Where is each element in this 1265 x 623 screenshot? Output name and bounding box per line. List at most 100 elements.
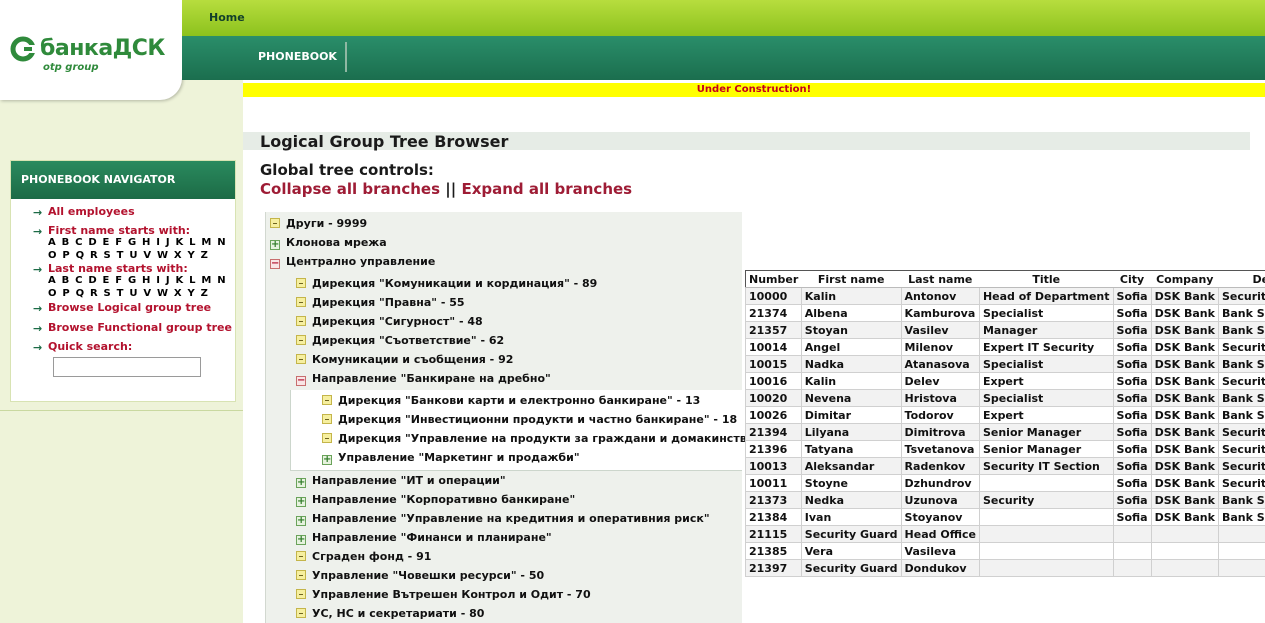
- table-row[interactable]: 10020 Nevena Hristova Specialist Sofia DSK Ba…: [745, 389, 1265, 407]
- tree-node[interactable]: Дирекция "Управление на продукти за граж…: [322, 432, 787, 446]
- tree-node-label[interactable]: Комуникации и съобщения - 92: [312, 353, 513, 366]
- tree-node-label[interactable]: Направление "Управление на кредитния и о…: [312, 512, 710, 525]
- last-name-letters-1[interactable]: A B C D E F G H I J K L M N: [48, 275, 227, 286]
- table-cell: Kamburova: [900, 304, 980, 322]
- phonebook-tab[interactable]: PHONEBOOK: [258, 50, 337, 63]
- quick-search-input[interactable]: [53, 357, 201, 377]
- table-cell: Security IT Section: [1217, 338, 1265, 356]
- table-cell: Sofia: [1112, 389, 1152, 407]
- tree-node[interactable]: + Клонова мрежа: [270, 236, 387, 250]
- table-row[interactable]: 21373 Nedka Uzunova Security Sofia DSK Bank Ba…: [745, 491, 1265, 509]
- table-row[interactable]: 10000 Kalin Antonov Head of Department Sofia…: [745, 287, 1265, 305]
- tree-node[interactable]: + Направление "ИТ и операции": [296, 474, 506, 488]
- arrow-icon: →: [33, 225, 43, 238]
- table-row[interactable]: 21384IvanStoyanov SofiaDSK BankBank Secur…: [745, 508, 1265, 526]
- table-row[interactable]: 21357 Stoyan Vasilev Manager Sofia DSK Bank Ba…: [745, 321, 1265, 339]
- tree-node-label[interactable]: Управление "Човешки ресурси" - 50: [312, 569, 544, 582]
- table-cell: Dimitar: [800, 406, 902, 424]
- browse-functional-link[interactable]: Browse Functional group tree: [48, 321, 232, 334]
- tree-node-label[interactable]: Направление "Финанси и планиране": [312, 531, 552, 544]
- table-row[interactable]: 10016 Kalin Delev Expert Sofia DSK Bank Securi…: [745, 372, 1265, 390]
- tree-node[interactable]: Дирекция "Правна" - 55: [296, 296, 465, 310]
- tree-node-label[interactable]: Управление Вътрешен Контрол и Одит - 70: [312, 588, 591, 601]
- table-cell: Aleksandar: [800, 457, 902, 475]
- construction-banner: Under Construction!: [243, 83, 1265, 97]
- table-cell: Nadka: [800, 355, 902, 373]
- column-header: Company: [1151, 270, 1219, 288]
- tree-node[interactable]: Други - 9999: [270, 217, 367, 231]
- tree-node[interactable]: − Направление "Банкиране на дребно": [296, 372, 551, 386]
- tree-node[interactable]: Дирекция "Инвестиционни продукти и частн…: [322, 413, 737, 427]
- tree-node-label[interactable]: Дирекция "Съответствие" - 62: [312, 334, 504, 347]
- tree-node[interactable]: УС, НС и секретариати - 80: [296, 607, 484, 621]
- leaf-icon: [296, 551, 306, 561]
- tree-node[interactable]: Управление "Човешки ресурси" - 50: [296, 569, 544, 583]
- table-cell: Sofia: [1112, 321, 1152, 339]
- table-cell: DSK Bank: [1150, 321, 1219, 339]
- tree-node[interactable]: Комуникации и съобщения - 92: [296, 353, 513, 367]
- tree-node[interactable]: Дирекция "Комуникации и кординация" - 89: [296, 277, 597, 291]
- tree-node-label[interactable]: Дирекция "Банкови карти и електронно бан…: [338, 394, 700, 407]
- tree-node-label[interactable]: УС, НС и секретариати - 80: [312, 607, 484, 620]
- table-cell: Sofia: [1112, 491, 1152, 509]
- tree-node[interactable]: Дирекция "Банкови карти и електронно бан…: [322, 394, 700, 408]
- table-row[interactable]: 21385 Vera Vasileva: [745, 542, 1265, 560]
- tree-node-label[interactable]: Направление "ИТ и операции": [312, 474, 506, 487]
- tree-node[interactable]: Управление Вътрешен Контрол и Одит - 70: [296, 588, 591, 602]
- collapse-all-link[interactable]: Collapse all branches: [260, 180, 440, 198]
- all-employees-link[interactable]: All employees: [48, 205, 135, 218]
- tree-node[interactable]: − Централно управление: [270, 255, 435, 269]
- collapse-icon[interactable]: −: [270, 259, 280, 269]
- tree-node[interactable]: Дирекция "Съответствие" - 62: [296, 334, 504, 348]
- table-row[interactable]: 21396 Tatyana Tsvetanova Senior Manager Sofi…: [745, 440, 1265, 458]
- tree-node-label[interactable]: Дирекция "Комуникации и кординация" - 89: [312, 277, 597, 290]
- expand-icon[interactable]: +: [322, 455, 332, 465]
- table-cell: Tsvetanova: [900, 440, 980, 458]
- tree-node-label[interactable]: Дирекция "Управление на продукти за граж…: [338, 432, 787, 445]
- table-cell: DSK Bank: [1150, 474, 1219, 492]
- table-row[interactable]: 21394 Lilyana Dimitrova Senior Manager Sofia…: [745, 423, 1265, 441]
- table-cell: Specialist: [978, 355, 1114, 373]
- tree-node-label[interactable]: Управление "Маркетинг и продажби": [338, 451, 580, 464]
- first-name-letters-1[interactable]: A B C D E F G H I J K L M N: [48, 237, 227, 248]
- table-cell: Albena: [800, 304, 902, 322]
- tree-node-label[interactable]: Направление "Корпоративно банкиране": [312, 493, 575, 506]
- expand-icon[interactable]: +: [270, 240, 280, 250]
- table-row[interactable]: 21374 Albena Kamburova Specialist Sofia DSK B…: [745, 304, 1265, 322]
- tree-node-label[interactable]: Други - 9999: [286, 217, 367, 230]
- tree-node-label[interactable]: Направление "Банкиране на дребно": [312, 372, 551, 385]
- tree-node-label[interactable]: Централно управление: [286, 255, 435, 268]
- table-row[interactable]: 10015 Nadka Atanasova Specialist Sofia DSK Ba…: [745, 355, 1265, 373]
- browse-logical-link[interactable]: Browse Logical group tree: [48, 301, 211, 314]
- home-link[interactable]: Home: [209, 11, 245, 24]
- expand-all-link[interactable]: Expand all branches: [461, 180, 632, 198]
- table-cell: Nedka: [800, 491, 902, 509]
- tree-node-label[interactable]: Клонова мрежа: [286, 236, 387, 249]
- table-cell: Security IT Section: [1217, 423, 1265, 441]
- collapse-icon[interactable]: −: [296, 376, 306, 386]
- tree-node-label[interactable]: Дирекция "Правна" - 55: [312, 296, 465, 309]
- table-row[interactable]: 10011StoyneDzhundrov SofiaDSK BankSecurit…: [745, 474, 1265, 492]
- expand-icon[interactable]: +: [296, 516, 306, 526]
- tree-node-label[interactable]: Дирекция "Инвестиционни продукти и частн…: [338, 413, 737, 426]
- table-row[interactable]: 21397 Security Guard Dondukov: [745, 559, 1265, 577]
- tree-node-label[interactable]: Дирекция "Сигурност" - 48: [312, 315, 483, 328]
- tree-node-label[interactable]: Сграден фонд - 91: [312, 550, 431, 563]
- table-row[interactable]: 21115 Security Guard Head Office: [745, 525, 1265, 543]
- tree-node[interactable]: + Направление "Управление на кредитния и …: [296, 512, 710, 526]
- table-cell: [1217, 542, 1265, 560]
- expand-icon[interactable]: +: [296, 478, 306, 488]
- tree-node[interactable]: + Управление "Маркетинг и продажби": [322, 451, 580, 465]
- tree-node[interactable]: Сграден фонд - 91: [296, 550, 431, 564]
- table-row[interactable]: 10014 Angel Milenov Expert IT Security Sofia…: [745, 338, 1265, 356]
- tree-node[interactable]: Дирекция "Сигурност" - 48: [296, 315, 483, 329]
- table-row[interactable]: 10026 Dimitar Todorov Expert Sofia DSK Bank Ba…: [745, 406, 1265, 424]
- expand-icon[interactable]: +: [296, 535, 306, 545]
- table-cell: DSK Bank: [1150, 389, 1219, 407]
- first-name-letters-2[interactable]: O P Q R S T U V W X Y Z: [48, 250, 209, 261]
- tree-node[interactable]: + Направление "Корпоративно банкиране": [296, 493, 575, 507]
- tree-node[interactable]: + Направление "Финанси и планиране": [296, 531, 552, 545]
- table-row[interactable]: 10013 Aleksandar Radenkov Security IT Secti…: [745, 457, 1265, 475]
- expand-icon[interactable]: +: [296, 497, 306, 507]
- last-name-letters-2[interactable]: O P Q R S T U V W X Y Z: [48, 288, 209, 299]
